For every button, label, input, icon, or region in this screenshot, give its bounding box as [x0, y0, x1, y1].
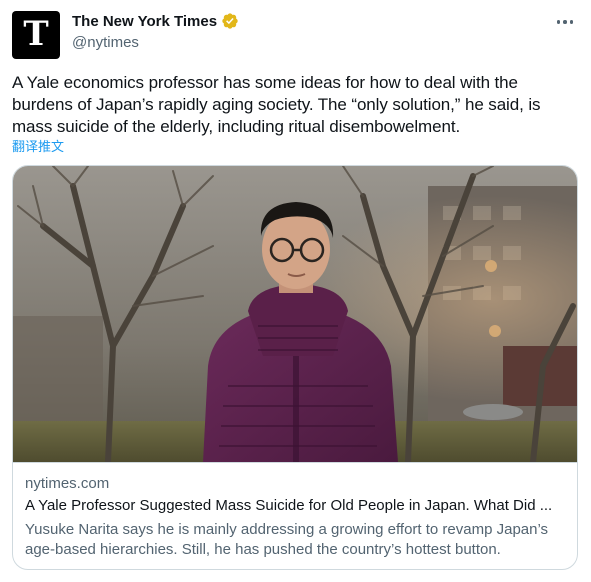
- more-options-button[interactable]: [553, 12, 577, 32]
- nyt-logo-icon: T: [23, 14, 49, 54]
- link-card-title[interactable]: A Yale Professor Suggested Mass Suicide …: [25, 497, 565, 514]
- verified-badge-icon[interactable]: [221, 12, 239, 30]
- avatar[interactable]: T: [12, 11, 60, 59]
- dot-icon: [563, 20, 567, 24]
- author-display-name[interactable]: The New York Times: [72, 13, 217, 30]
- article-photo: [13, 166, 577, 462]
- link-card-meta: nytimes.com A Yale Professor Suggested M…: [13, 462, 577, 569]
- link-card-description: Yusuke Narita says he is mainly addressi…: [25, 521, 549, 558]
- translate-tweet-link[interactable]: 翻译推文: [12, 136, 64, 155]
- link-card-domain: nytimes.com: [25, 475, 110, 492]
- dot-icon: [556, 20, 561, 24]
- author-handle[interactable]: @nytimes: [72, 34, 139, 51]
- link-card[interactable]: nytimes.com A Yale Professor Suggested M…: [12, 165, 578, 570]
- author-name-row: The New York Times: [72, 12, 239, 30]
- tweet: T The New York Times @nytimes A Yale eco…: [0, 0, 591, 582]
- dot-icon: [569, 20, 574, 24]
- tweet-text: A Yale economics professor has some idea…: [12, 73, 541, 136]
